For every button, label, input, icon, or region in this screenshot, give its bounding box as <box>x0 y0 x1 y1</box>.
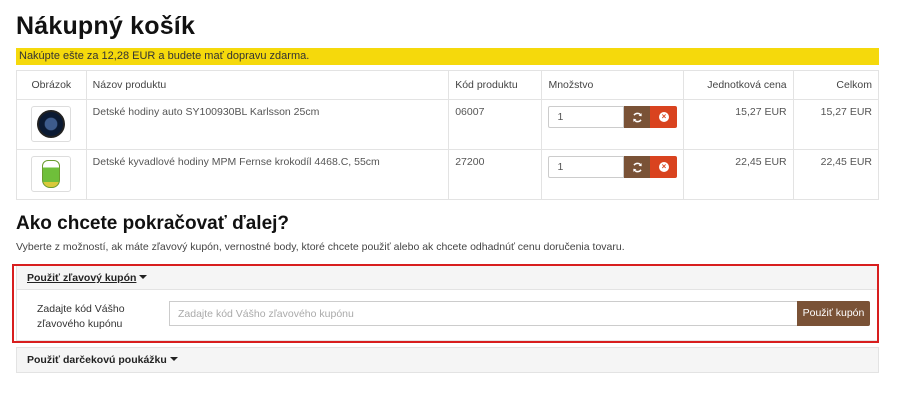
refresh-icon <box>633 112 642 122</box>
next-steps-title: Ako chcete pokračovať ďalej? <box>16 213 290 234</box>
gift-voucher-panel: Použiť darčekovú poukážku <box>16 347 879 373</box>
cart-header-row: Obrázok Názov produktu Kód produktu Množ… <box>16 70 880 100</box>
header-quantity: Množstvo <box>541 70 685 100</box>
table-row: Detské hodiny auto SY100930BL Karlsson 2… <box>16 99 880 150</box>
product-thumbnail[interactable] <box>31 106 72 142</box>
gift-voucher-heading[interactable]: Použiť darčekovú poukážku <box>27 354 167 366</box>
gift-voucher-toggle[interactable]: Použiť darčekovú poukážku <box>17 348 878 372</box>
caret-down-icon <box>169 357 178 362</box>
remove-icon: × <box>658 112 669 122</box>
quantity-cell: × <box>541 99 685 150</box>
refresh-icon <box>633 162 642 172</box>
quantity-input[interactable] <box>548 156 625 178</box>
product-name[interactable]: Detské hodiny auto SY100930BL Karlsson 2… <box>85 99 450 150</box>
quantity-input[interactable] <box>548 106 625 128</box>
row-total: 15,27 EUR <box>792 99 880 150</box>
product-image-cell <box>16 149 87 200</box>
clock-thumbnail-icon <box>37 110 66 138</box>
product-thumbnail[interactable] <box>31 156 72 192</box>
page-title: Nákupný košík <box>16 12 196 40</box>
product-code: 27200 <box>448 149 543 200</box>
product-name[interactable]: Detské kyvadlové hodiny MPM Fernse kroko… <box>85 149 450 200</box>
highlight-frame <box>12 264 879 343</box>
crocodile-clock-thumbnail-icon <box>42 160 61 188</box>
row-total: 22,45 EUR <box>792 149 880 200</box>
table-row: Detské kyvadlové hodiny MPM Fernse kroko… <box>16 149 880 200</box>
remove-icon: × <box>658 162 669 172</box>
next-steps-description: Vyberte z možností, ak máte zľavový kupó… <box>16 241 625 253</box>
free-shipping-alert: Nakúpte ešte za 12,28 EUR a budete mať d… <box>16 48 879 65</box>
header-code: Kód produktu <box>448 70 543 100</box>
unit-price: 22,45 EUR <box>683 149 794 200</box>
cart-table: Obrázok Názov produktu Kód produktu Množ… <box>16 70 880 200</box>
product-code: 06007 <box>448 99 543 150</box>
product-image-cell <box>16 99 87 150</box>
header-unit-price: Jednotková cena <box>683 70 794 100</box>
refresh-button[interactable] <box>624 106 651 128</box>
header-total: Celkom <box>792 70 880 100</box>
remove-button[interactable]: × <box>650 106 678 128</box>
remove-button[interactable]: × <box>650 156 678 178</box>
header-name: Názov produktu <box>85 70 450 100</box>
header-image: Obrázok <box>16 70 87 100</box>
quantity-cell: × <box>541 149 685 200</box>
refresh-button[interactable] <box>624 156 651 178</box>
unit-price: 15,27 EUR <box>683 99 794 150</box>
